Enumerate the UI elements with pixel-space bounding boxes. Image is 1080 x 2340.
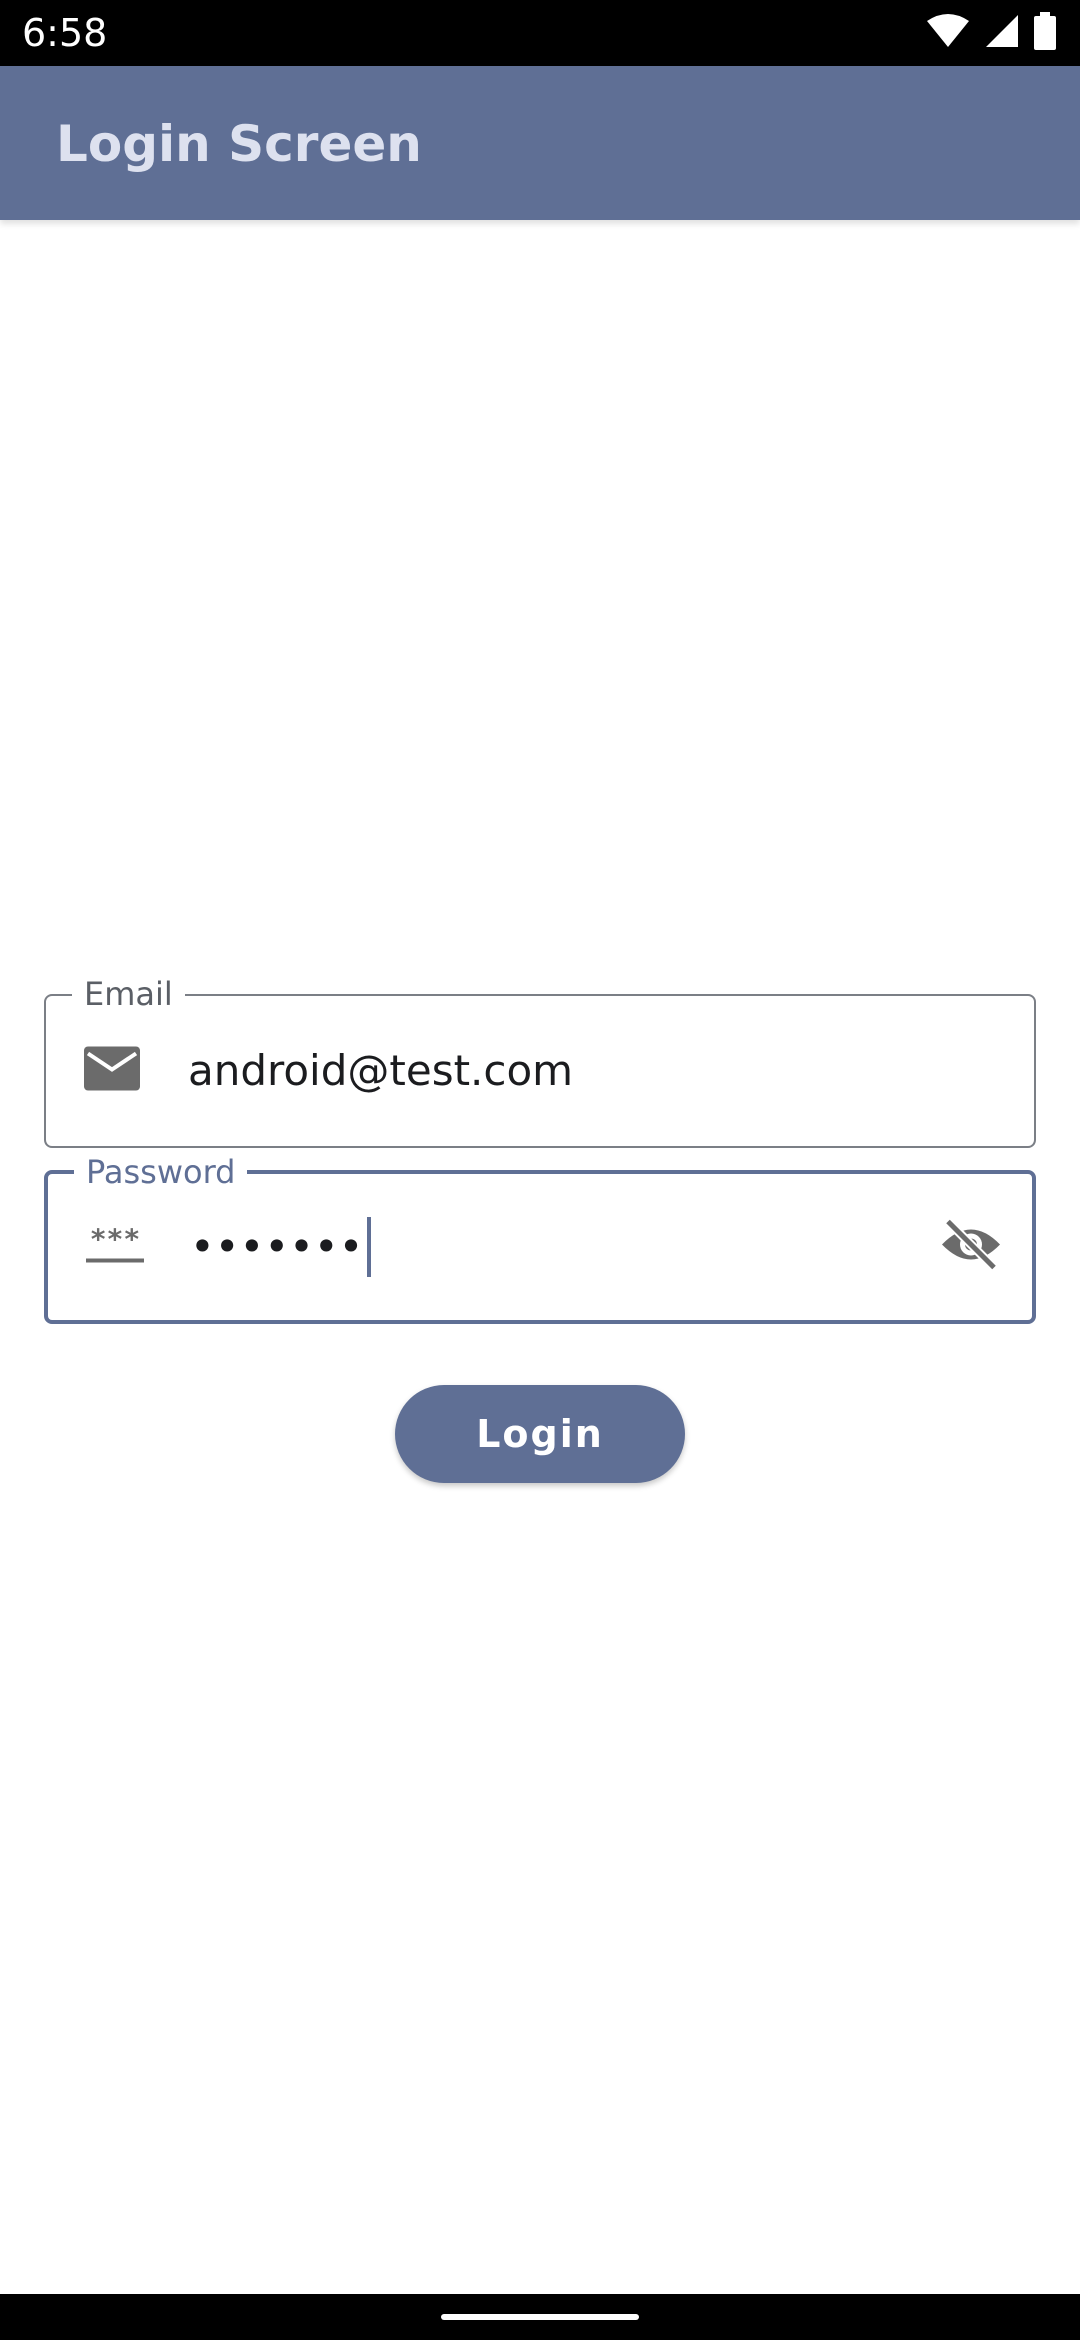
password-input[interactable]: ••••••• — [190, 1222, 363, 1272]
cellular-signal-icon — [984, 13, 1020, 54]
status-icons — [926, 11, 1056, 55]
app-bar: Login Screen — [0, 66, 1080, 220]
password-icon: *** — [84, 1223, 146, 1272]
email-input[interactable]: android@test.com — [188, 1046, 573, 1096]
page-title: Login Screen — [56, 115, 422, 173]
navigation-bar — [0, 2294, 1080, 2340]
password-field[interactable]: Password *** ••••••• — [44, 1152, 1036, 1324]
battery-icon — [1034, 11, 1056, 55]
login-button[interactable]: Login — [395, 1385, 685, 1483]
password-input-wrapper[interactable]: ••••••• — [190, 1217, 372, 1277]
email-envelope-icon — [82, 1045, 142, 1098]
text-cursor — [367, 1217, 372, 1277]
visibility-off-icon[interactable] — [940, 1218, 1002, 1275]
svg-text:***: *** — [90, 1223, 141, 1256]
home-gesture-handle[interactable] — [441, 2314, 639, 2320]
email-field[interactable]: Email android@test.com — [44, 974, 1036, 1148]
password-label: Password — [74, 1152, 248, 1192]
email-label: Email — [72, 974, 185, 1014]
status-bar: 6:58 — [0, 0, 1080, 66]
status-time: 6:58 — [22, 11, 108, 55]
wifi-icon — [926, 13, 970, 54]
